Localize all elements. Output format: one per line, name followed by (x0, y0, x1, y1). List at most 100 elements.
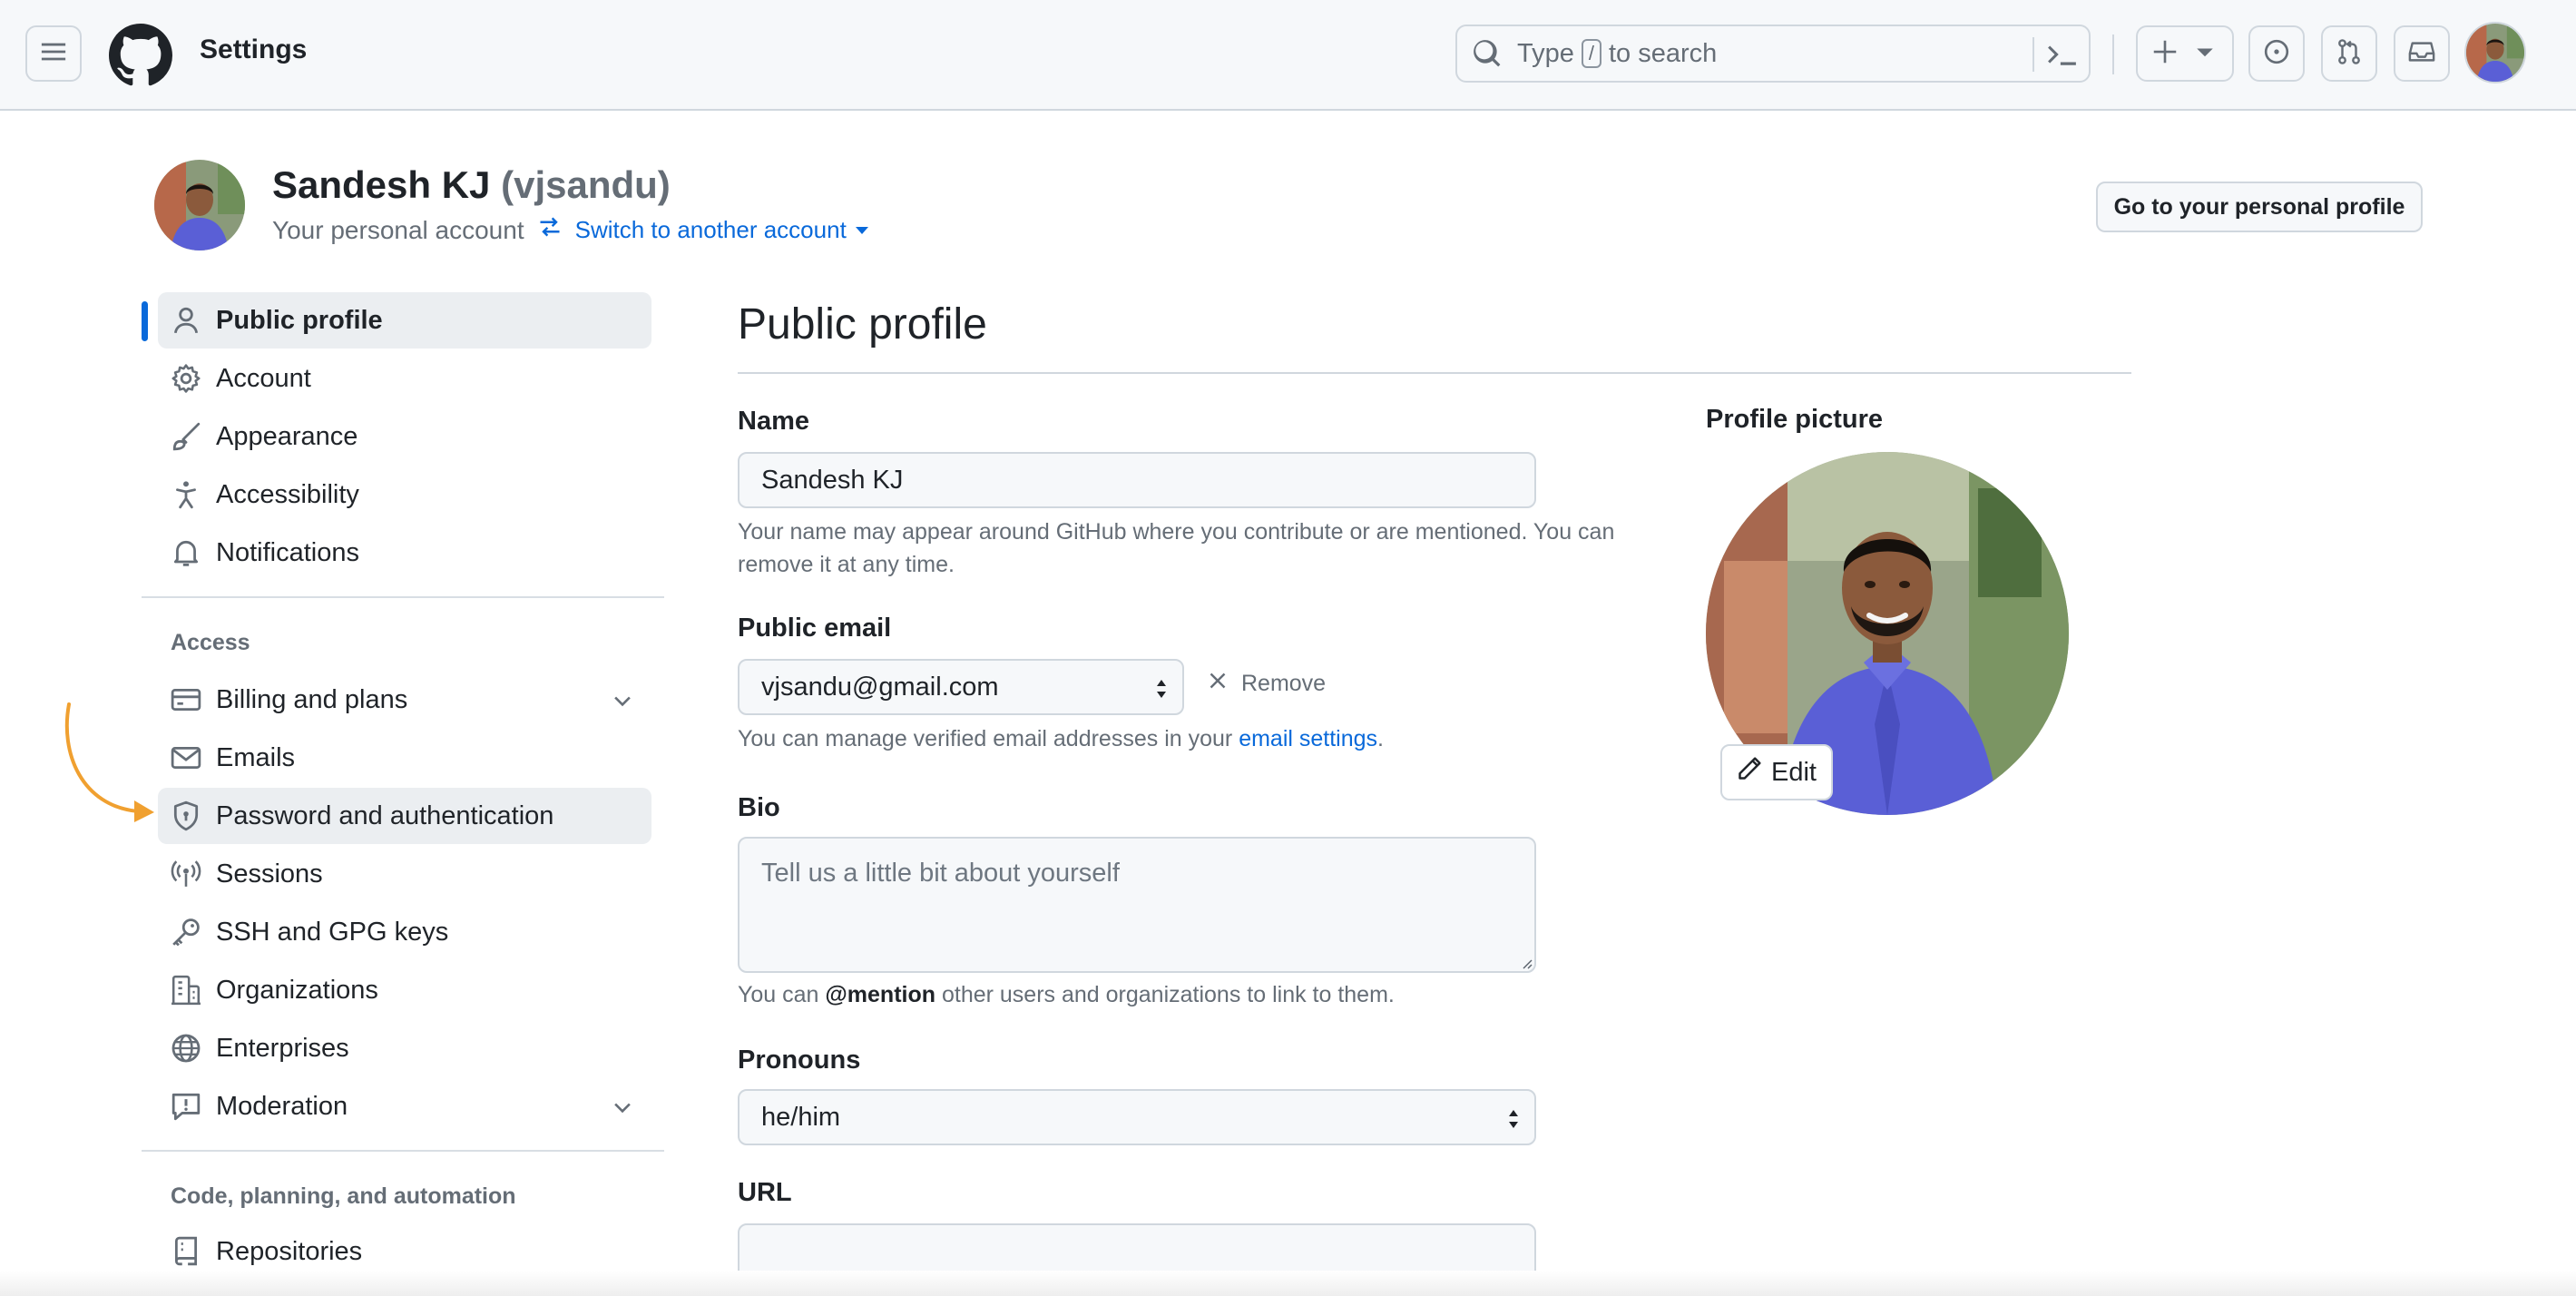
sidebar-item-label: Moderation (216, 1091, 348, 1121)
sidebar-item-notifications[interactable]: Notifications (158, 525, 651, 581)
sidebar-item-label: Password and authentication (216, 800, 554, 830)
pull-requests-icon (2336, 38, 2363, 70)
broadcast-icon (171, 859, 201, 889)
chevron-down-icon[interactable] (610, 1095, 635, 1120)
sidebar-item-label: Billing and plans (216, 684, 408, 714)
select-arrows-icon (1505, 1107, 1522, 1131)
bell-icon (171, 537, 201, 568)
title-divider (738, 372, 2131, 374)
url-label: URL (738, 1178, 792, 1207)
resize-handle-icon[interactable] (1520, 957, 1533, 969)
bio-placeholder: Tell us a little bit about yourself (761, 859, 1120, 888)
email-help-suffix: . (1377, 726, 1384, 751)
sidebar-item-password-authentication[interactable]: Password and authentication (158, 788, 651, 844)
bio-label: Bio (738, 793, 780, 822)
sidebar-item-label: Public profile (216, 305, 383, 335)
pronouns-value: he/him (761, 1102, 841, 1132)
search-divider (2032, 37, 2034, 72)
inbox-button[interactable] (2394, 25, 2450, 82)
issues-button[interactable] (2248, 25, 2305, 82)
remove-email-button[interactable]: Remove (1207, 670, 1326, 698)
sidebar-item-label: SSH and GPG keys (216, 917, 449, 947)
public-email-label: Public email (738, 614, 892, 643)
sidebar-item-label: Enterprises (216, 1033, 349, 1063)
remove-label: Remove (1241, 671, 1327, 696)
sidebar-item-label: Accessibility (216, 479, 359, 509)
name-field[interactable]: Sandesh KJ (738, 452, 1536, 508)
global-header: Settings Type / to search (0, 0, 2576, 111)
sidebar-item-organizations[interactable]: Organizations (158, 962, 651, 1018)
sidebar-item-appearance[interactable]: Appearance (158, 408, 651, 465)
issues-icon (2263, 38, 2290, 70)
pull-requests-button[interactable] (2321, 25, 2377, 82)
pronouns-select[interactable]: he/him (738, 1089, 1536, 1145)
sidebar-item-label: Organizations (216, 975, 378, 1005)
sidebar-item-accessibility[interactable]: Accessibility (158, 466, 651, 523)
active-indicator (142, 301, 148, 341)
account-avatar (154, 160, 245, 250)
search-shortcut-key: / (1581, 39, 1601, 68)
sidebar-item-label: Sessions (216, 859, 323, 889)
edit-picture-button[interactable]: Edit (1720, 744, 1833, 800)
sidebar-item-emails[interactable]: Emails (158, 730, 651, 786)
email-settings-link[interactable]: email settings (1239, 726, 1377, 751)
switch-account-link[interactable]: Switch to another account (537, 214, 868, 246)
sidebar-item-label: Appearance (216, 421, 358, 451)
public-email-value: vjsandu@gmail.com (761, 672, 999, 702)
sidebar-item-sessions[interactable]: Sessions (158, 846, 651, 902)
sidebar-heading-code: Code, planning, and automation (171, 1183, 516, 1209)
hamburger-icon (40, 38, 67, 70)
person-icon (171, 305, 201, 336)
globe-icon (171, 1033, 201, 1064)
caret-down-icon (855, 226, 868, 234)
inbox-icon (2408, 38, 2435, 70)
account-name: Sandesh KJ (vjsandu) (272, 163, 671, 207)
menu-button[interactable] (25, 25, 82, 82)
page-title: Public profile (738, 300, 987, 349)
bio-help-prefix: You can (738, 982, 819, 1007)
user-avatar-menu[interactable] (2464, 22, 2526, 83)
bio-help-text: You can @mention other users and organiz… (738, 978, 1395, 1011)
go-to-profile-button[interactable]: Go to your personal profile (2096, 182, 2423, 232)
chevron-down-icon[interactable] (610, 688, 635, 713)
search-input[interactable]: Type / to search (1455, 25, 2091, 83)
plus-icon (2152, 39, 2178, 69)
name-field-value: Sandesh KJ (761, 465, 904, 495)
key-icon (171, 917, 201, 947)
sidebar-item-account[interactable]: Account (158, 350, 651, 407)
github-logo[interactable] (109, 24, 172, 87)
sidebar-item-public-profile[interactable]: Public profile (158, 292, 651, 349)
pronouns-label: Pronouns (738, 1046, 861, 1075)
sidebar-item-ssh-gpg-keys[interactable]: SSH and GPG keys (158, 904, 651, 960)
mail-icon (171, 742, 201, 773)
sidebar-item-billing[interactable]: Billing and plans (158, 672, 651, 728)
search-suffix: to search (1609, 38, 1718, 68)
window-bottom-edge (0, 1271, 2576, 1296)
sidebar-item-label: Account (216, 363, 311, 393)
name-label: Name (738, 407, 809, 436)
context-title[interactable]: Settings (200, 34, 307, 65)
create-new-button[interactable] (2136, 25, 2234, 82)
account-handle: (vjsandu) (501, 163, 671, 206)
organization-icon (171, 975, 201, 1006)
sidebar-item-moderation[interactable]: Moderation (158, 1078, 651, 1134)
close-icon (1207, 670, 1241, 698)
shield-lock-icon (171, 800, 201, 831)
email-help-text: You can manage verified email addresses … (738, 722, 1384, 755)
command-palette-icon[interactable] (2047, 39, 2078, 70)
account-subtitle-row: Your personal account Switch to another … (272, 214, 868, 246)
sidebar-item-label: Emails (216, 742, 296, 772)
sidebar-item-label: Repositories (216, 1236, 363, 1266)
sidebar-item-label: Notifications (216, 537, 359, 567)
sidebar-divider (142, 1150, 664, 1152)
credit-card-icon (171, 684, 201, 715)
switch-account-label: Switch to another account (574, 216, 847, 243)
account-display-name: Sandesh KJ (272, 163, 491, 206)
public-email-select[interactable]: vjsandu@gmail.com (738, 659, 1184, 715)
name-help-text: Your name may appear around GitHub where… (738, 519, 1615, 577)
bio-help-mention: @mention (825, 982, 936, 1007)
profile-picture-label: Profile picture (1706, 405, 1883, 434)
sidebar-item-enterprises[interactable]: Enterprises (158, 1020, 651, 1076)
search-prefix: Type (1517, 38, 1574, 68)
bio-textarea[interactable]: Tell us a little bit about yourself (738, 837, 1536, 973)
